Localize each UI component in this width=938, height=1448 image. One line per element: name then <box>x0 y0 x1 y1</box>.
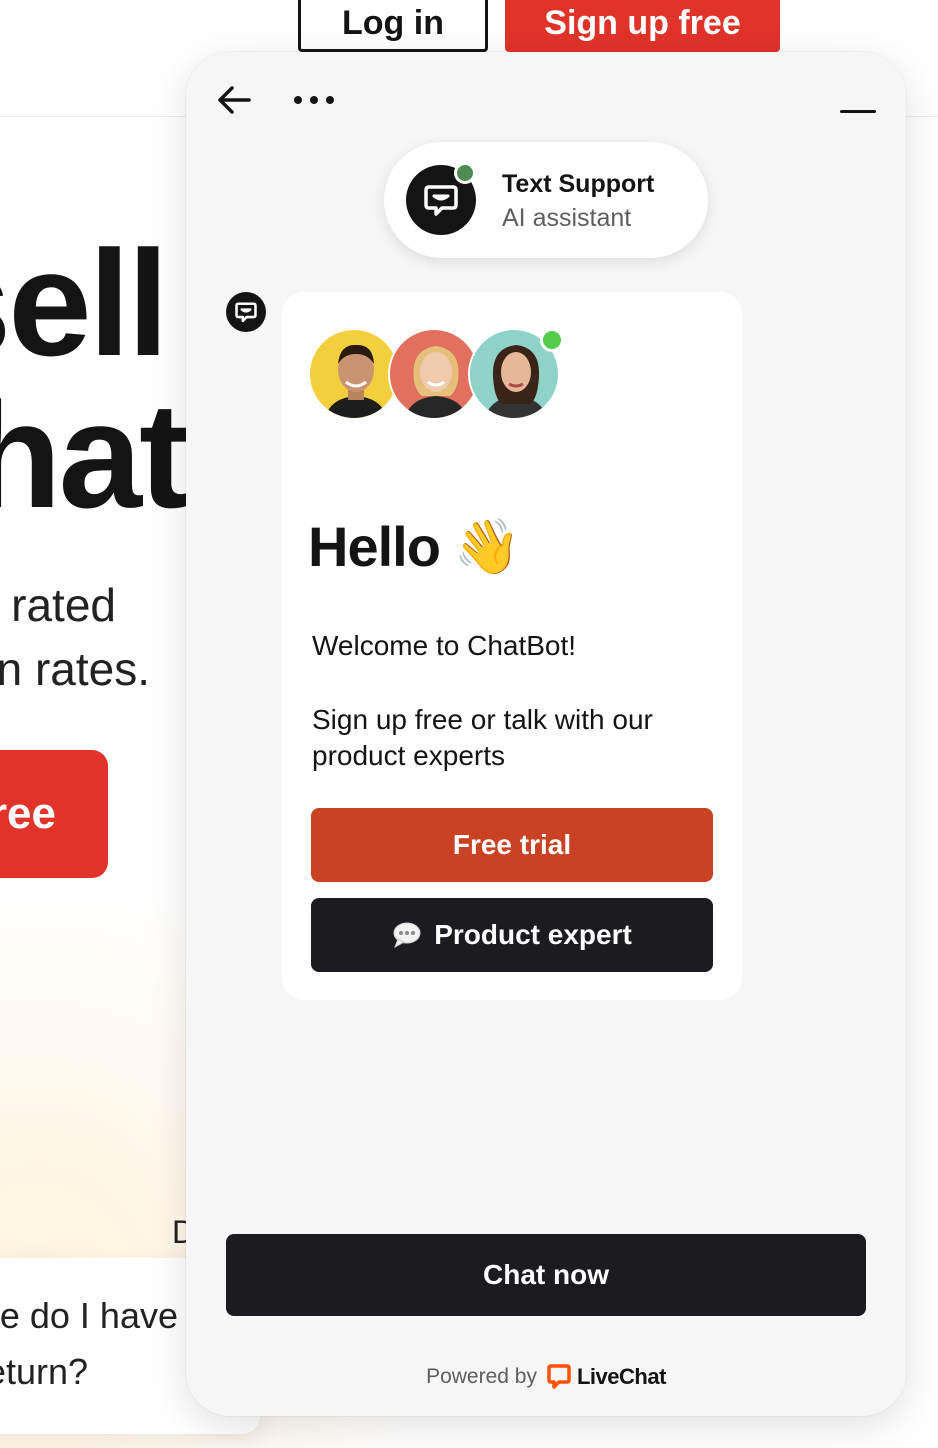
arrow-left-icon <box>218 86 251 114</box>
hero-cta-label: ree <box>0 789 56 838</box>
agent-role: AI assistant <box>502 204 632 232</box>
speech-bubble-icon <box>393 922 421 948</box>
signup-button[interactable]: Sign up free <box>505 0 780 52</box>
livechat-logo-icon <box>547 1364 571 1389</box>
chatbot-icon <box>424 185 458 216</box>
team-member-avatar <box>308 328 400 420</box>
hero-subtitle-line-2: n rates. <box>0 643 150 695</box>
agent-name: Text Support <box>502 170 655 198</box>
hero-heading-line-1: sell <box>0 219 169 387</box>
greeting-heading: Hello 👋 <box>308 514 521 579</box>
hero-cta-button[interactable]: ree <box>0 750 108 878</box>
bot-message-avatar <box>226 292 266 332</box>
livechat-brand-name: LiveChat <box>576 1364 666 1389</box>
greeting-text: Hello <box>308 515 441 578</box>
team-avatars <box>308 328 568 424</box>
free-trial-label: Free trial <box>452 829 572 860</box>
back-button[interactable] <box>214 80 254 120</box>
login-button[interactable]: Log in <box>298 0 488 52</box>
chatbot-icon <box>235 302 257 323</box>
team-online-indicator <box>540 328 564 352</box>
faq-question-line-1: e do I have <box>0 1295 178 1336</box>
waving-hand-icon: 👋 <box>453 514 521 578</box>
product-expert-button[interactable]: Product expert <box>311 898 713 972</box>
hero-subtitle-line-1: rated <box>11 579 116 631</box>
welcome-message-card: Hello 👋 Welcome to ChatBot! Sign up free… <box>282 292 742 1000</box>
more-options-button[interactable] <box>290 84 338 116</box>
minimize-button[interactable] <box>836 96 880 126</box>
agent-status-indicator <box>454 162 476 184</box>
minimize-icon <box>840 109 876 113</box>
faq-question-line-2: eturn? <box>0 1351 88 1392</box>
more-icon <box>294 96 334 104</box>
chat-now-button[interactable]: Chat now <box>226 1234 866 1316</box>
free-trial-button[interactable]: Free trial <box>311 808 713 882</box>
chat-now-label: Chat now <box>483 1259 609 1290</box>
livechat-brand-link[interactable]: LiveChat <box>547 1364 666 1390</box>
message-body: Sign up free or talk with our product ex… <box>312 704 653 771</box>
powered-by-footer: Powered by LiveChat <box>186 1364 906 1390</box>
team-member-avatar <box>388 328 480 420</box>
chat-widget: Text Support AI assistant Hello 👋 Welcom… <box>186 52 906 1416</box>
agent-header: Text Support AI assistant <box>384 142 708 258</box>
welcome-text: Welcome to ChatBot! <box>312 630 577 661</box>
powered-by-text: Powered by <box>426 1365 537 1388</box>
hero-heading-line-2: hat <box>0 371 189 539</box>
product-expert-label: Product expert <box>434 919 632 950</box>
